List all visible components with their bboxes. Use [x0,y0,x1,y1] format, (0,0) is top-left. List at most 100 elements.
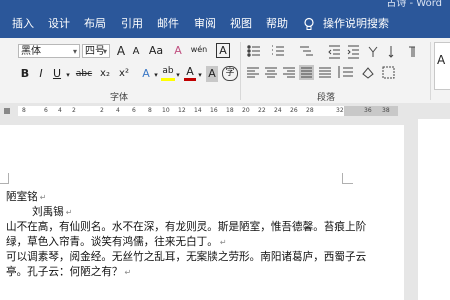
group-divider [430,42,431,100]
distributed-icon [319,67,331,78]
italic-button[interactable]: I [36,66,46,82]
ruler-tick: 22 [258,107,266,114]
doc-title-line[interactable]: 陋室铭 ↵ [6,189,46,204]
enclose-character-button[interactable]: 字 [222,66,238,81]
ruler-tick: 28 [306,107,314,114]
phonetic-guide-button[interactable]: wén [190,42,208,58]
ruler-tick: 6 [44,107,48,114]
highlight-button[interactable]: ab [161,65,175,81]
justify-selected-bg [299,65,314,80]
shading-icon [362,67,374,79]
chevron-down-icon: ▾ [154,71,158,79]
lightbulb-icon[interactable] [302,17,316,31]
font-name-value: 黑体 [21,46,41,57]
ruler-tick: 4 [116,107,120,114]
tab-view[interactable]: 视图 [230,16,252,32]
paragraph-icons [247,45,415,80]
doc-body-line[interactable]: 绿，草色入帘青。谈笑有鸿儒，往来无白丁。 ↵ [6,234,227,249]
ruler-tick: 10 [162,107,170,114]
ruler-tick: 8 [148,107,152,114]
ribbon: 黑体 ▾ 四号 ▾ A A Aa A wén A B I U ▾ abc x₂ … [0,38,450,104]
doc-body-text: 亭。孔子云：何陋之有？ [6,266,123,278]
adjacent-page [418,119,450,300]
align-center-icon [265,67,277,78]
paragraph-mark: ↵ [124,268,132,277]
ruler-tick: 4 [58,107,62,114]
shrink-font-button[interactable]: A [131,44,141,60]
ruler-tick: 18 [226,107,234,114]
styles-gallery-preview: A [437,53,446,67]
show-marks-icon [409,46,415,57]
change-case-button[interactable]: Aa [148,43,164,59]
title-bar: 古诗 - Word [0,0,450,9]
ruler-tick: 14 [194,107,202,114]
tab-insert[interactable]: 插入 [12,16,34,32]
ruler-tick: 2 [72,107,76,114]
multilevel-list-icon [300,46,313,56]
bullets-icon [247,45,260,57]
ruler-tick: 6 [132,107,136,114]
doc-body-line[interactable]: 山不在高，有仙则名。水不在深，有龙则灵。斯是陋室，惟吾德馨。苔痕上阶 [6,219,366,234]
tab-review[interactable]: 审阅 [194,16,216,32]
borders-icon [382,66,395,79]
ribbon-tab-bar: 插入 设计 布局 引用 邮件 审阅 视图 帮助 操作说明搜索 [0,8,450,38]
subscript-button[interactable]: x₂ [98,66,112,82]
font-name-combo[interactable]: 黑体 ▾ [18,44,80,58]
text-effects-button[interactable]: A [140,66,152,82]
ruler-tick: 26 [290,107,298,114]
strikethrough-button[interactable]: abc [74,66,94,82]
document-page[interactable]: 陋室铭 ↵ 刘禹锡 ↵ 山不在高，有仙则名。水不在深，有龙则灵。斯是陋室，惟吾德馨。… [0,125,404,300]
grow-font-button[interactable]: A [115,43,127,59]
underline-button[interactable]: U [52,66,62,82]
decrease-indent-icon [328,45,340,59]
character-border-button[interactable]: A [216,43,230,58]
font-size-combo[interactable]: 四号 ▾ [82,44,110,58]
margin-corner-mark [342,173,353,184]
sort-icon [388,46,394,58]
tab-selector-icon[interactable] [4,108,10,114]
increase-indent-icon [347,45,359,59]
ruler-tick: 24 [274,107,282,114]
tab-design[interactable]: 设计 [48,16,70,32]
numbering-icon [272,45,284,56]
tab-help[interactable]: 帮助 [266,16,288,32]
font-group-label: 字体 [110,93,129,103]
styles-gallery[interactable]: A [434,42,450,90]
ruler-tick: 32 [336,107,344,114]
doc-author-line[interactable]: 刘禹锡 ↵ [32,204,72,219]
ruler-tick: 20 [242,107,250,114]
paragraph-mark: ↵ [39,193,47,202]
doc-body-text: 绿，草色入帘青。谈笑有鸿儒，往来无白丁。 [6,236,218,248]
doc-title: 陋室铭 [6,191,38,203]
character-shading-button[interactable]: A [206,66,218,82]
tab-mailings[interactable]: 邮件 [157,16,179,32]
ruler-tick: 36 [364,107,372,114]
chevron-down-icon: ▾ [66,71,70,79]
paragraph-group-label: 段落 [317,93,336,103]
doc-body-line[interactable]: 亭。孔子云：何陋之有？ ↵ [6,264,131,279]
paragraph-mark: ↵ [65,208,73,217]
margin-corner-mark [0,173,9,184]
bold-button[interactable]: B [20,66,30,82]
tell-me-search[interactable]: 操作说明搜索 [323,16,389,32]
chevron-down-icon: ▾ [198,71,202,79]
align-left-icon [247,67,259,78]
chinese-layout-icon [368,46,378,57]
ruler-tick: 8 [22,107,26,114]
chevron-down-icon: ▾ [176,71,180,79]
ruler-tick: 38 [382,107,390,114]
ruler-tick: 12 [178,107,186,114]
chevron-down-icon: ▾ [102,47,107,56]
tab-references[interactable]: 引用 [121,16,143,32]
horizontal-ruler[interactable]: 8 6 4 2 2 4 6 8 10 12 14 16 18 20 22 24 … [0,103,450,119]
clear-format-button[interactable]: A [172,43,184,59]
superscript-button[interactable]: x² [117,66,131,82]
group-divider [240,42,241,100]
tab-layout[interactable]: 布局 [84,16,106,32]
font-color-button[interactable]: A [184,65,196,81]
paragraph-mark: ↵ [219,238,227,247]
chevron-down-icon: ▾ [72,47,77,56]
doc-body-line[interactable]: 可以调素琴，阅金经。无丝竹之乱耳，无案牍之劳形。南阳诸葛庐，西蜀子云 [6,249,366,264]
ruler-tick: 16 [210,107,218,114]
line-spacing-icon [338,66,353,78]
